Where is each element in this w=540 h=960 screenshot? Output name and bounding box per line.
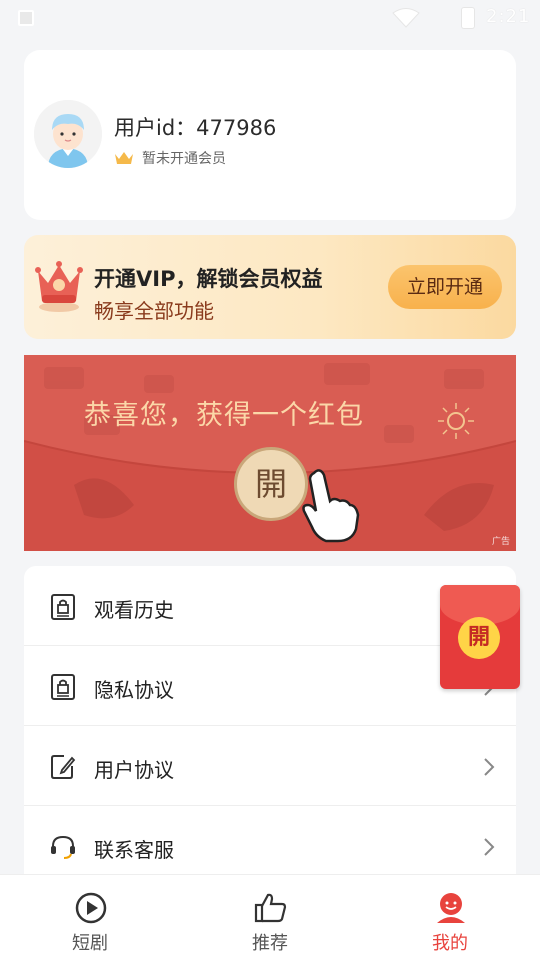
wifi-icon [392, 8, 420, 28]
history-lock-icon [51, 594, 75, 620]
tab-label: 推荐 [252, 933, 288, 954]
edit-doc-icon [51, 755, 76, 779]
battery-icon [462, 8, 474, 28]
tab-label: 短剧 [72, 933, 108, 954]
sunburst-icon [438, 403, 474, 439]
menu-item-label: 用户协议 [94, 758, 174, 782]
pointing-hand-icon [302, 469, 360, 543]
red-packet-title: 恭喜您，获得一个红包 [84, 400, 364, 431]
avatar-boy-icon [34, 100, 102, 168]
tab-short-drama[interactable]: 短剧 [30, 875, 150, 960]
thumbs-up-icon [254, 893, 287, 923]
avatar[interactable] [34, 100, 102, 168]
floating-red-packet[interactable]: 開 [440, 585, 520, 689]
menu-item-label: 观看历史 [94, 598, 174, 622]
tab-recommend[interactable]: 推荐 [210, 875, 330, 960]
tab-mine[interactable]: 我的 [390, 875, 510, 960]
vip-status: 暂未开通会员 [114, 148, 226, 168]
vip-subtitle: 畅享全部功能 [94, 299, 214, 323]
bottom-tab-bar: 短剧 推荐 我的 [0, 874, 540, 960]
vip-title: 开通VIP，解锁会员权益 [94, 267, 323, 291]
menu-item-user-agreement[interactable]: 用户协议 [24, 726, 516, 806]
privacy-lock-icon [51, 674, 75, 700]
profile-card: 用户id：477986 暂未开通会员 [24, 50, 516, 220]
tab-label: 我的 [432, 933, 468, 954]
vip-crown-icon [35, 261, 83, 312]
play-circle-icon [75, 892, 107, 924]
crown-icon [115, 152, 133, 164]
menu-item-label: 隐私协议 [94, 678, 174, 702]
status-time: 2:21 [486, 6, 531, 27]
floating-open-glyph: 開 [458, 617, 500, 659]
open-vip-button[interactable]: 立即开通 [388, 265, 502, 309]
ad-label: 广告 [491, 537, 510, 547]
red-packet-ad[interactable]: 恭喜您，获得一个红包 開 广告 [24, 355, 516, 551]
profile-face-icon [437, 893, 465, 923]
vip-banner[interactable]: 开通VIP，解锁会员权益 畅享全部功能 立即开通 [24, 235, 516, 339]
status-bar: 2:21 [0, 0, 540, 36]
user-id: 用户id：477986 [114, 116, 277, 140]
sim-icon [18, 10, 34, 26]
menu-item-label: 联系客服 [94, 838, 174, 862]
headset-icon [51, 835, 75, 859]
vip-status-text: 暂未开通会员 [142, 151, 226, 167]
open-red-packet-button[interactable]: 開 [234, 447, 308, 521]
chevron-right-icon [484, 838, 495, 856]
chevron-right-icon [484, 758, 495, 776]
